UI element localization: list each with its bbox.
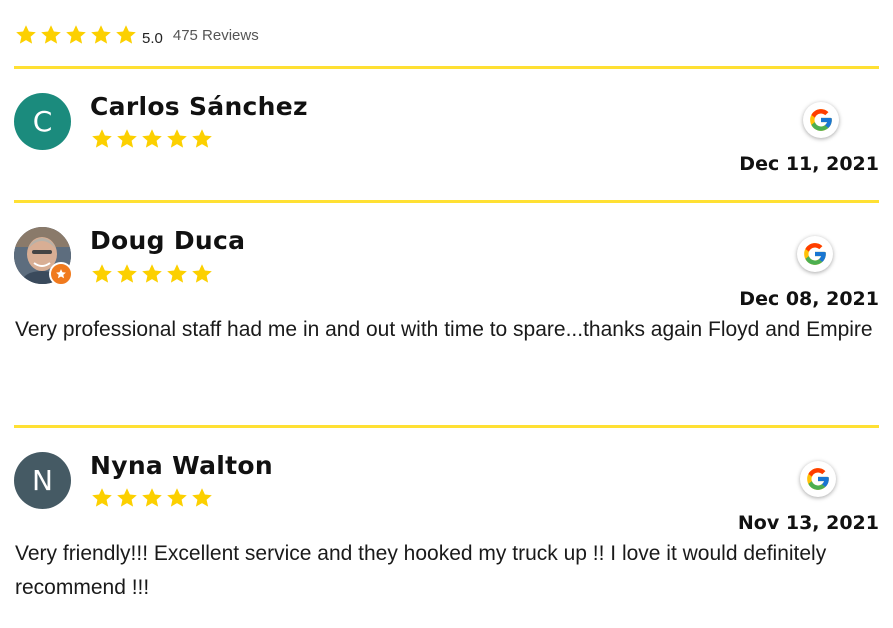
star-icon <box>142 129 162 148</box>
star-icon <box>66 25 86 44</box>
review-text: Very friendly!!! Excellent service and t… <box>15 542 827 599</box>
star-badge-icon <box>49 262 73 286</box>
star-icon <box>117 129 137 148</box>
review-text: Very professional staff had me in and ou… <box>15 318 873 341</box>
star-icon <box>192 129 212 148</box>
google-icon[interactable] <box>797 236 833 272</box>
avatar <box>14 227 73 286</box>
review-stars <box>90 486 215 510</box>
reviewer-name[interactable]: Nyna Walton <box>90 451 273 480</box>
summary-stars <box>14 23 139 47</box>
review-card: Doug Duca Dec 08, 2021 Very professional… <box>14 222 879 417</box>
star-icon <box>142 488 162 507</box>
star-icon <box>142 264 162 283</box>
star-icon <box>92 129 112 148</box>
review-stars <box>90 262 215 286</box>
star-icon <box>92 488 112 507</box>
star-icon <box>16 25 36 44</box>
star-icon <box>167 488 187 507</box>
review-date: Nov 13, 2021 <box>737 512 879 534</box>
divider <box>14 200 879 203</box>
reviewer-name[interactable]: Carlos Sánchez <box>90 92 308 121</box>
star-icon <box>167 264 187 283</box>
star-icon <box>192 264 212 283</box>
review-count[interactable]: 475 Reviews <box>173 27 259 44</box>
review-date: Dec 08, 2021 <box>739 288 879 310</box>
star-icon <box>41 25 61 44</box>
star-icon <box>192 488 212 507</box>
star-icon <box>117 488 137 507</box>
star-icon <box>116 25 136 44</box>
rating-summary: 5.0 475 Reviews <box>14 22 259 48</box>
divider <box>14 425 879 428</box>
star-icon <box>167 129 187 148</box>
reviewer-name[interactable]: Doug Duca <box>90 226 245 255</box>
star-icon <box>117 264 137 283</box>
avatar: N <box>14 452 71 509</box>
google-icon[interactable] <box>803 102 839 138</box>
review-card: C Carlos Sánchez Dec 11, 2021 <box>14 88 879 198</box>
avatar: C <box>14 93 71 150</box>
review-stars <box>90 127 215 151</box>
average-rating: 5.0 <box>142 29 163 47</box>
google-icon[interactable] <box>800 461 836 497</box>
review-date: Dec 11, 2021 <box>739 153 879 175</box>
star-icon <box>91 25 111 44</box>
divider <box>14 66 879 69</box>
star-icon <box>92 264 112 283</box>
review-card: N Nyna Walton Nov 13, 2021 Very friendly… <box>14 447 879 617</box>
